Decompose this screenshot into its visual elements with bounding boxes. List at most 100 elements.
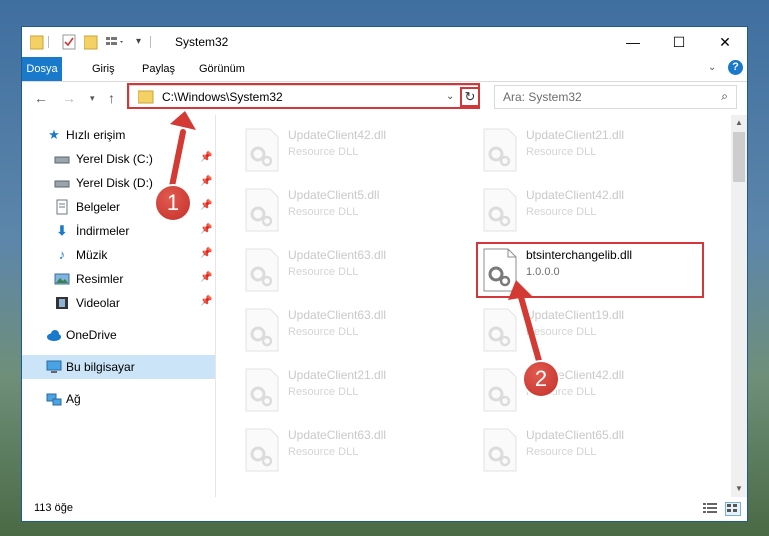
address-highlight-box (127, 83, 480, 109)
dll-file-icon (482, 368, 518, 412)
customize-toolbar-icon[interactable]: ▾ (136, 36, 141, 52)
file-description: Resource DLL (526, 326, 597, 338)
refresh-button[interactable]: ↻ (460, 87, 480, 107)
sidebar-item-label: Ağ (66, 392, 81, 406)
sidebar-item-this-pc[interactable]: Bu bilgisayar (22, 355, 215, 379)
file-name: UpdateClient42.dll (288, 128, 387, 142)
sidebar-item-onedrive[interactable]: OneDrive (22, 323, 215, 347)
file-tile[interactable]: UpdateClient21.dll Resource DLL (244, 364, 474, 414)
tab-view[interactable]: Görünüm (191, 57, 253, 81)
dll-file-icon (244, 308, 280, 352)
tab-file[interactable]: Dosya (22, 57, 62, 81)
file-tile[interactable]: UpdateClient63.dll Resource DLL (244, 244, 474, 294)
sidebar-item-downloads[interactable]: ⬇ İndirmeler 📌 (22, 219, 215, 243)
recent-locations-icon[interactable]: ▾ (90, 93, 95, 104)
sidebar-item-label: Videolar (76, 296, 120, 310)
file-description: Resource DLL (288, 266, 359, 278)
dll-file-icon (244, 428, 280, 472)
search-input[interactable]: Ara: System32 ⌕ (494, 85, 737, 109)
scrollbar-thumb[interactable] (733, 132, 745, 182)
sidebar-item-network[interactable]: Ağ (22, 387, 215, 411)
dll-file-icon (482, 188, 518, 232)
step-1-badge: 1 (154, 184, 192, 222)
status-bar: 113 öğe (22, 497, 747, 521)
file-name: UpdateClient63.dll (288, 308, 387, 322)
close-button[interactable]: ✕ (702, 27, 748, 57)
dll-file-icon (244, 368, 280, 412)
file-tile[interactable]: UpdateClient42.dll Resource DLL (482, 184, 712, 234)
dll-file-icon (244, 188, 280, 232)
back-arrow-icon[interactable]: ← (34, 90, 48, 106)
file-tile[interactable]: UpdateClient42.dll Resource DLL (482, 364, 712, 414)
explorer-window: ▾ System32 — ☐ ✕ Dosya Giriş Paylaş Görü… (21, 26, 748, 522)
scroll-down-icon[interactable]: ▼ (731, 481, 747, 497)
monitor-icon (46, 359, 62, 375)
file-description: Resource DLL (526, 206, 597, 218)
file-tile[interactable]: UpdateClient5.dll Resource DLL (244, 184, 474, 234)
pictures-icon (54, 271, 70, 287)
tab-home[interactable]: Giriş (84, 57, 123, 81)
scroll-up-icon[interactable]: ▲ (731, 115, 747, 131)
drive-icon (54, 175, 70, 191)
title-bar: ▾ System32 — ☐ ✕ (22, 27, 747, 57)
download-arrow-icon: ⬇ (56, 223, 68, 238)
new-folder-icon[interactable] (84, 34, 98, 50)
sidebar-item-label: Hızlı erişim (66, 128, 126, 142)
file-description: Resource DLL (288, 206, 359, 218)
file-description: Resource DLL (288, 326, 359, 338)
music-note-icon: ♪ (58, 247, 66, 262)
ribbon-tabs: Dosya Giriş Paylaş Görünüm ⌄ ? (22, 57, 747, 82)
sidebar-item-local-disk-c[interactable]: Yerel Disk (C:) 📌 (22, 147, 215, 171)
window-title: System32 (175, 35, 229, 49)
file-tile[interactable]: UpdateClient63.dll Resource DLL (244, 304, 474, 354)
pin-icon[interactable]: 📌 (200, 200, 212, 211)
pin-icon[interactable]: 📌 (200, 296, 212, 307)
file-tile[interactable]: UpdateClient42.dll Resource DLL (244, 124, 474, 174)
sidebar-item-label: Yerel Disk (D:) (76, 176, 153, 190)
pin-icon[interactable]: 📌 (200, 176, 212, 187)
help-icon[interactable]: ? (728, 60, 743, 75)
file-name: UpdateClient65.dll (526, 428, 625, 442)
file-tile[interactable]: UpdateClient19.dll Resource DLL (482, 304, 712, 354)
pin-icon[interactable]: 📌 (200, 152, 212, 163)
file-tile[interactable]: UpdateClient65.dll Resource DLL (482, 424, 712, 474)
minimize-button[interactable]: — (610, 27, 656, 57)
sidebar-item-label: Müzik (76, 248, 108, 262)
vertical-scrollbar[interactable]: ▲ ▼ (731, 115, 747, 497)
sidebar-item-music[interactable]: ♪ Müzik 📌 (22, 243, 215, 267)
sidebar-item-label: Yerel Disk (C:) (76, 152, 153, 166)
pin-icon[interactable]: 📌 (200, 272, 212, 283)
details-view-icon[interactable] (703, 502, 717, 514)
file-list: UpdateClient42.dll Resource DLL UpdateCl… (216, 115, 729, 497)
navigation-pane: ★ Hızlı erişim Yerel Disk (C:) 📌 Yerel D… (22, 115, 216, 497)
sidebar-item-quick-access[interactable]: ★ Hızlı erişim (22, 123, 215, 147)
item-count: 113 öğe (34, 502, 73, 514)
pin-icon[interactable]: 📌 (200, 248, 212, 259)
maximize-button[interactable]: ☐ (656, 27, 702, 57)
up-arrow-icon[interactable]: ↑ (108, 90, 115, 106)
tab-share[interactable]: Paylaş (134, 57, 183, 81)
address-row: ← → ▾ ↑ C:\Windows\System32 ⌄ ↻ Ara: Sys… (22, 82, 747, 114)
film-icon (54, 295, 70, 311)
file-tile[interactable]: UpdateClient63.dll Resource DLL (244, 424, 474, 474)
sidebar-item-videos[interactable]: Videolar 📌 (22, 291, 215, 315)
view-options-icon[interactable] (106, 34, 126, 50)
sidebar-item-pictures[interactable]: Resimler 📌 (22, 267, 215, 291)
file-description: Resource DLL (526, 146, 597, 158)
sidebar-item-label: Bu bilgisayar (66, 360, 135, 374)
step-2-badge: 2 (522, 360, 560, 398)
file-name: UpdateClient42.dll (526, 188, 625, 202)
file-name: UpdateClient21.dll (288, 368, 387, 382)
tiles-view-icon[interactable] (725, 502, 741, 516)
file-description: Resource DLL (288, 146, 359, 158)
pin-icon[interactable]: 📌 (200, 224, 212, 235)
dll-file-icon (244, 248, 280, 292)
sidebar-item-label: İndirmeler (76, 224, 130, 238)
sidebar-item-label: Resimler (76, 272, 124, 286)
properties-icon[interactable] (62, 34, 76, 50)
file-name: UpdateClient21.dll (526, 128, 625, 142)
forward-arrow-icon[interactable]: → (62, 90, 76, 106)
file-tile[interactable]: UpdateClient21.dll Resource DLL (482, 124, 712, 174)
dll-file-icon (482, 128, 518, 172)
expand-ribbon-icon[interactable]: ⌄ (708, 62, 716, 73)
